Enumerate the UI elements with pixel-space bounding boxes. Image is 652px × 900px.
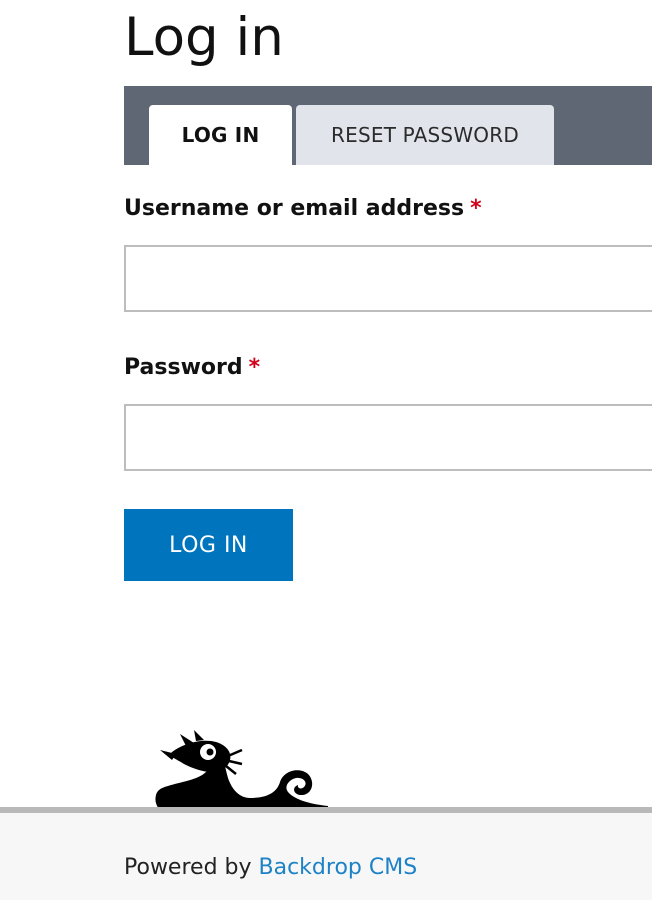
tab-log-in[interactable]: LOG IN (149, 105, 292, 165)
page-title: Log in (124, 7, 284, 68)
password-label: Password * (124, 355, 260, 380)
required-marker: * (248, 355, 261, 380)
log-in-button[interactable]: LOG IN (124, 509, 293, 581)
tab-reset-password[interactable]: RESET PASSWORD (296, 105, 554, 165)
username-label-text: Username or email address (124, 196, 465, 221)
username-input[interactable] (124, 245, 652, 312)
login-page: Log in LOG IN RESET PASSWORD Username or… (0, 0, 652, 900)
password-label-text: Password (124, 355, 243, 380)
powered-by-text: Powered by Backdrop CMS (124, 855, 417, 880)
password-input[interactable] (124, 404, 652, 471)
tabs-bar: LOG IN RESET PASSWORD (124, 86, 652, 165)
site-footer: Powered by Backdrop CMS (0, 807, 652, 900)
powered-by-prefix: Powered by (124, 855, 252, 880)
backdrop-cms-link[interactable]: Backdrop CMS (259, 855, 418, 880)
required-marker: * (470, 196, 482, 221)
username-label: Username or email address * (124, 196, 482, 221)
